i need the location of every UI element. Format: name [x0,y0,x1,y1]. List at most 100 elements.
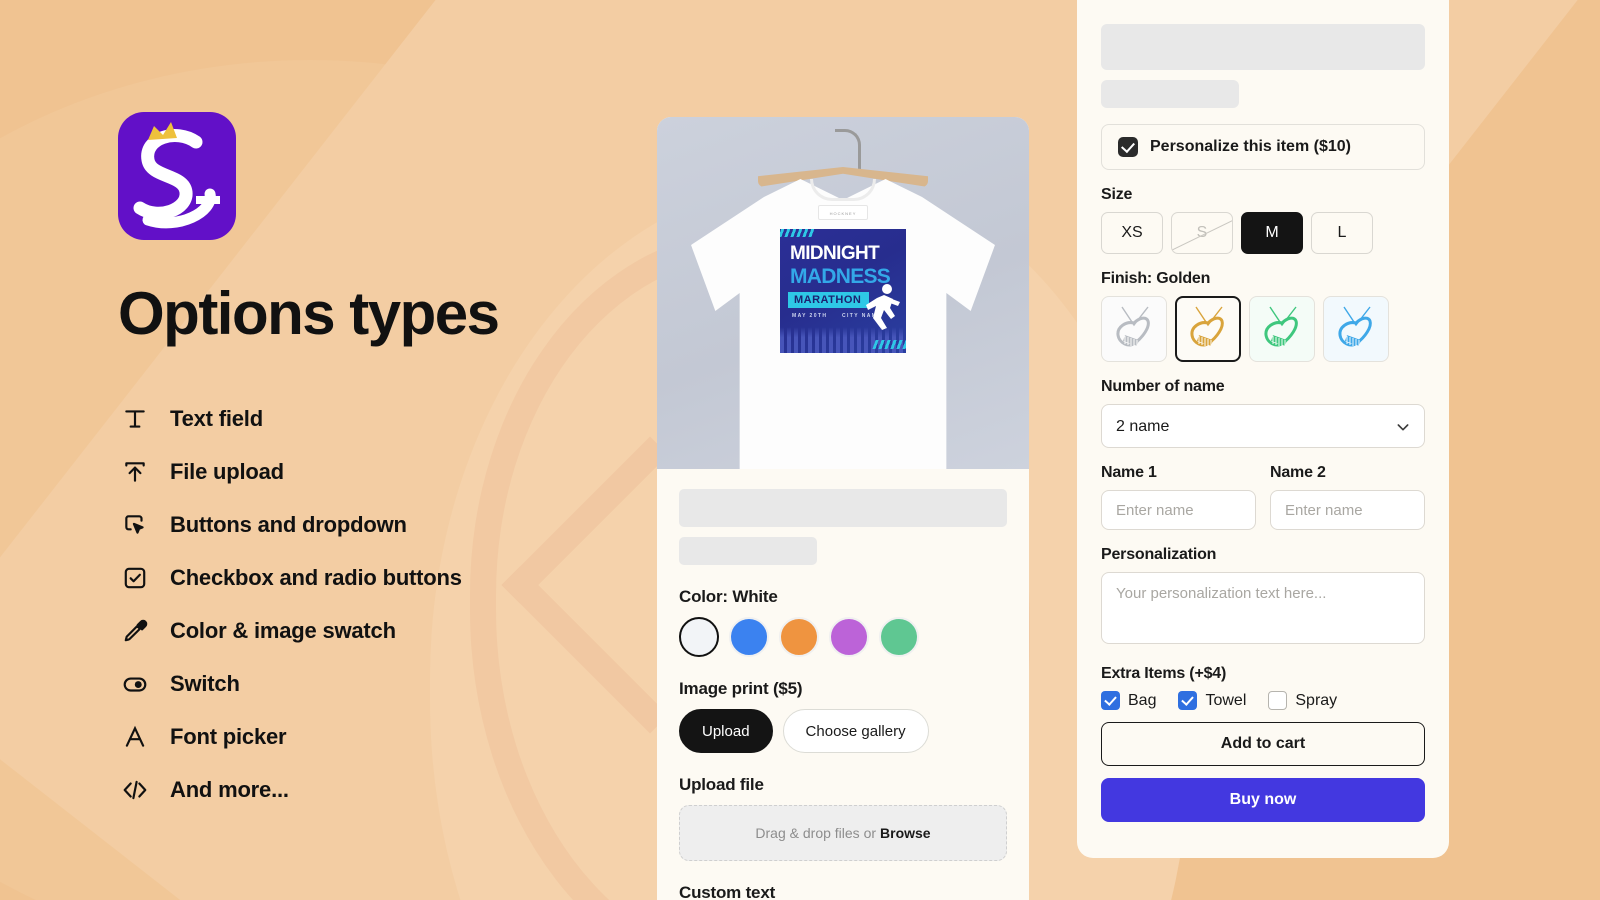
extra-items-label: Extra Items (+$4) [1101,665,1227,682]
font-picker-icon [118,720,152,754]
feature-label: Text field [170,405,263,431]
brand-logo [118,112,236,240]
extra-item-label: Towel [1205,691,1247,709]
feature-label: File upload [170,458,284,484]
cursor-click-icon [118,508,152,542]
print-fringe-bottom [872,340,906,349]
color-option-label: Color: White [679,587,778,606]
feature-item-checkbox-radio: Checkbox and radio buttons [118,551,678,604]
name1-field-group: Name 1 [1101,464,1256,530]
checkbox-checked-icon [1101,691,1120,710]
size-option-group: XS S M L [1101,212,1425,254]
personalization-textarea[interactable] [1101,572,1425,644]
buy-now-button[interactable]: Buy now [1101,778,1425,822]
personalize-item-label: Personalize this item ($10) [1150,138,1351,155]
number-of-name-select[interactable]: 2 name [1101,404,1425,448]
size-option-l[interactable]: L [1311,212,1373,254]
size-option-xs[interactable]: XS [1101,212,1163,254]
color-swatch-orange[interactable] [779,617,819,657]
product-title-skeleton [1101,24,1425,70]
extra-item-label: Bag [1128,691,1157,709]
color-swatch-green[interactable] [879,617,919,657]
finish-swatch-green[interactable] [1249,296,1315,362]
logo-mark [133,122,220,229]
feature-item-switch: Switch [118,657,678,710]
name2-input[interactable] [1270,490,1425,530]
checkbox-icon [118,561,152,595]
color-swatch-purple[interactable] [829,617,869,657]
feature-item-and-more: And more... [118,763,678,816]
print-line1: MIDNIGHT [790,243,880,264]
choose-gallery-button[interactable]: Choose gallery [782,709,929,753]
checkbox-unchecked-icon [1268,691,1288,710]
dropzone-text: Drag & drop files or [755,825,877,841]
size-option-s: S [1171,212,1233,254]
feature-label: And more... [170,776,289,802]
feature-label: Switch [170,670,240,696]
product-preview-card: HOCKNEY MIDNIGHT MADNESS MARATHON MAY 20… [657,117,1029,900]
size-option-m[interactable]: M [1241,212,1303,254]
name1-label: Name 1 [1101,464,1157,481]
necklace-icon-golden [1190,306,1224,347]
extra-item-towel[interactable]: Towel [1178,691,1246,710]
feature-item-buttons-dropdown: Buttons and dropdown [118,498,678,551]
feature-item-file-upload: File upload [118,445,678,498]
size-label: Size [1101,186,1133,203]
add-to-cart-button[interactable]: Add to cart [1101,722,1425,766]
number-of-name-label: Number of name [1101,378,1225,395]
file-upload-icon [118,455,152,489]
finish-swatch-blue[interactable] [1323,296,1389,362]
product-price-skeleton [1101,80,1239,108]
image-print-button-group: Upload Choose gallery [679,709,1007,753]
name1-input[interactable] [1101,490,1256,530]
print-meta-date: MAY 20TH [792,313,828,319]
extra-item-bag[interactable]: Bag [1101,691,1156,710]
name-fields-row: Name 1 Name 2 [1101,464,1425,530]
necklace-icon-silver [1116,306,1150,347]
feature-label: Font picker [170,723,287,749]
finish-swatch-silver[interactable] [1101,296,1167,362]
product-options-panel: Personalize this item ($10) Size XS S M … [1077,0,1449,858]
print-fringe-top [780,229,816,237]
personalize-item-checkbox[interactable]: Personalize this item ($10) [1101,124,1425,170]
tshirt-mockup: HOCKNEY MIDNIGHT MADNESS MARATHON MAY 20… [657,117,1029,469]
hanger-hook-icon [835,129,861,171]
finish-swatch-group [1101,296,1425,362]
price-skeleton [679,537,817,565]
color-swatch-group[interactable] [679,617,1007,657]
feature-list: Text field File upload Buttons and dropd… [118,392,678,816]
color-swatch-blue[interactable] [729,617,769,657]
eyedropper-icon [118,614,152,648]
feature-label: Buttons and dropdown [170,511,407,537]
page-title: Options types [118,280,500,347]
checkbox-checked-icon [1178,691,1198,710]
title-skeleton [679,489,1007,527]
tshirt-brand-tag: HOCKNEY [818,205,868,220]
tshirt-print-design: MIDNIGHT MADNESS MARATHON MAY 20TH CITY … [780,229,906,353]
text-field-icon [118,402,152,436]
extra-item-label: Spray [1295,691,1338,709]
feature-item-font-picker: Font picker [118,710,678,763]
upload-file-label: Upload file [679,775,764,794]
dropzone-browse-link[interactable]: Browse [880,825,931,841]
feature-item-color-swatch: Color & image swatch [118,604,678,657]
toggle-switch-icon [118,667,152,701]
image-print-label: Image print ($5) [679,679,803,698]
name2-label: Name 2 [1270,464,1326,481]
feature-label: Color & image swatch [170,617,396,643]
feature-item-text-field: Text field [118,392,678,445]
number-of-name-select-wrapper: 2 name [1101,404,1425,448]
extra-item-spray[interactable]: Spray [1268,691,1337,710]
file-dropzone[interactable]: Drag & drop files or Browse [679,805,1007,861]
hero-column: Options types Text field File upload But… [118,112,678,816]
upload-button[interactable]: Upload [679,709,773,753]
extra-items-group: Bag Towel Spray [1101,691,1425,710]
finish-swatch-golden[interactable] [1175,296,1241,362]
name2-field-group: Name 2 [1270,464,1425,530]
necklace-icon-green [1264,306,1298,347]
custom-text-label: Custom text [679,883,776,900]
checkbox-checked-icon [1118,137,1138,157]
color-swatch-white[interactable] [679,617,719,657]
code-brackets-icon [118,773,152,807]
necklace-icon-blue [1338,306,1372,347]
